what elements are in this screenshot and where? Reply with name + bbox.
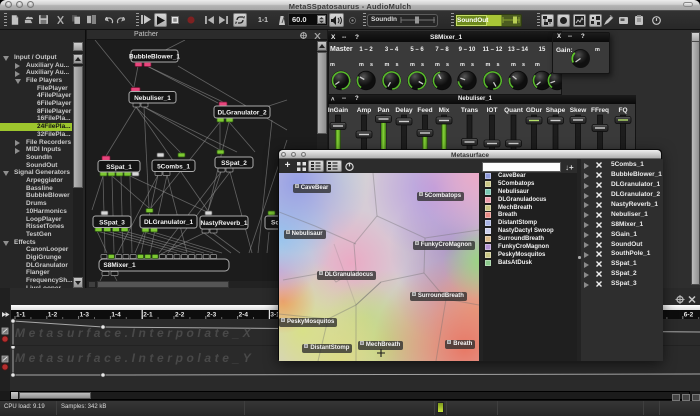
svg-text:1-3: 1-3: [80, 312, 90, 319]
svg-text:1-1: 1-1: [16, 312, 26, 319]
svg-text:DLGranulator_2: DLGranulator_2: [217, 110, 267, 117]
svg-text:NastyReverb_1: NastyReverb_1: [201, 220, 248, 227]
svg-text:1-4: 1-4: [111, 312, 121, 319]
svg-text:2-1: 2-1: [143, 312, 153, 319]
svg-text:SSpat_3: SSpat_3: [99, 219, 125, 226]
svg-text:5Combs_1: 5Combs_1: [157, 163, 190, 170]
svg-text:S8Mixer_1: S8Mixer_1: [103, 262, 136, 269]
svg-text:2-4: 2-4: [239, 312, 249, 319]
svg-text:Nebuliser_1: Nebuliser_1: [134, 95, 171, 102]
svg-text:2-3: 2-3: [207, 312, 217, 319]
svg-text:SSpat_1: SSpat_1: [106, 164, 132, 171]
svg-text:6-2: 6-2: [684, 312, 694, 319]
svg-text:1-2: 1-2: [48, 312, 58, 319]
svg-text:2-2: 2-2: [175, 312, 185, 319]
svg-text:BubbleBlower_1: BubbleBlower_1: [129, 54, 180, 61]
svg-text:SSpat_2: SSpat_2: [221, 160, 247, 167]
svg-text:DLGranulator_1: DLGranulator_1: [144, 219, 194, 226]
